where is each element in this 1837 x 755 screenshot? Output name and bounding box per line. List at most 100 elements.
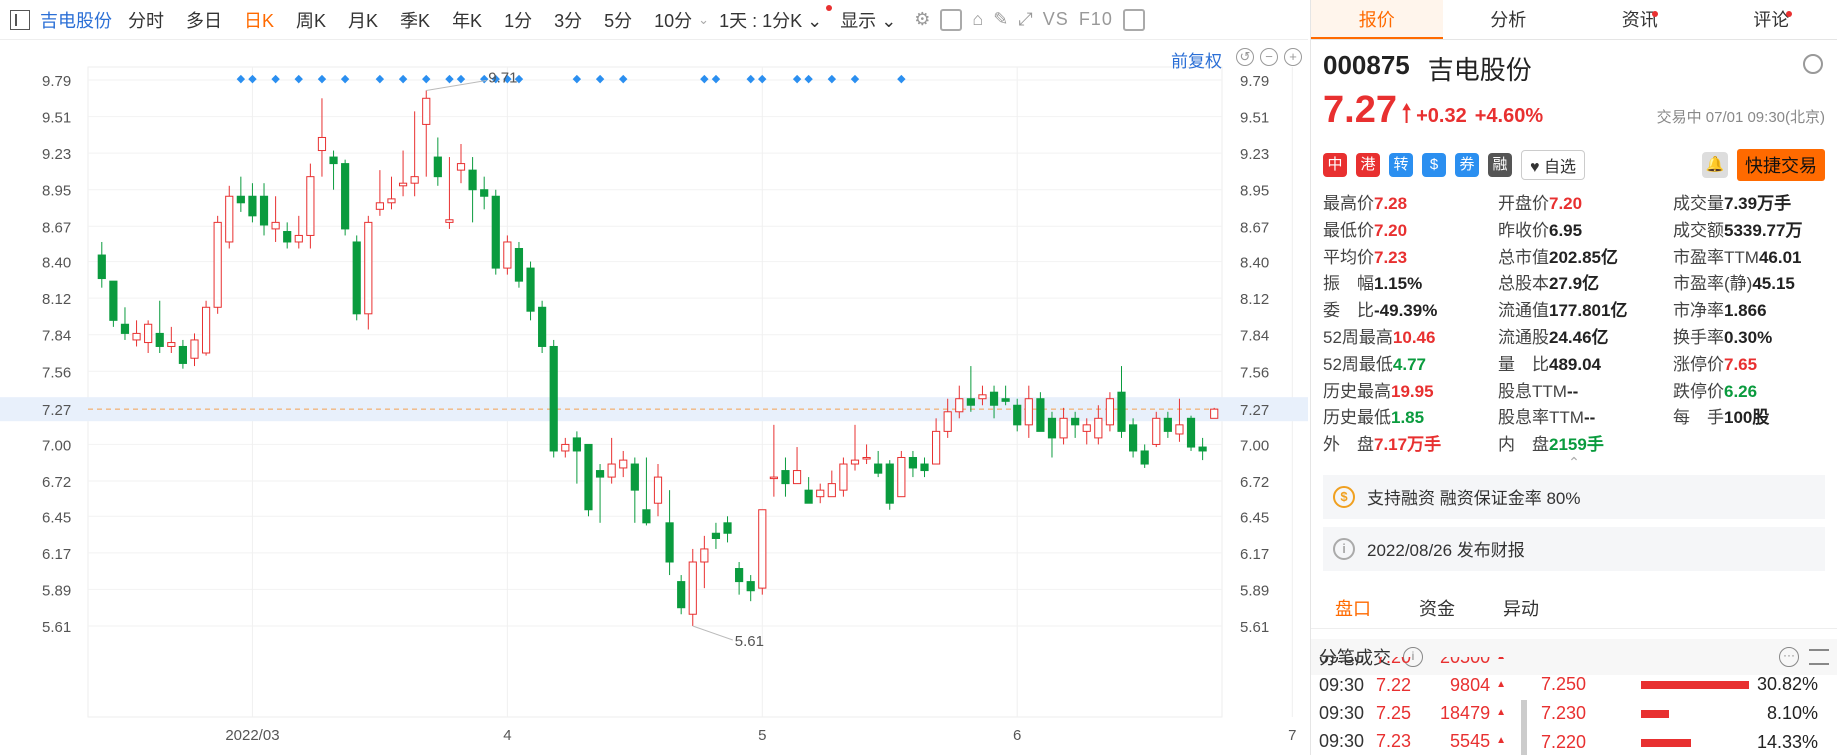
- period-tab-5[interactable]: 季K: [400, 7, 430, 33]
- settings-icon[interactable]: [1803, 54, 1823, 74]
- period-tab-10[interactable]: 10分: [654, 7, 692, 33]
- event-marker-icon[interactable]: ◆: [457, 73, 466, 85]
- event-marker-icon[interactable]: ◆: [596, 73, 605, 85]
- new-dot: [1785, 11, 1792, 17]
- book-tab-0[interactable]: 盘口: [1311, 595, 1395, 621]
- event-marker-icon[interactable]: ◆: [700, 73, 709, 85]
- stat-cell: 跌停价6.26: [1673, 381, 1758, 401]
- event-marker-icon[interactable]: ◆: [619, 73, 628, 85]
- period-tab-4[interactable]: 月K: [348, 7, 378, 33]
- event-marker-icon[interactable]: ◆: [341, 73, 350, 85]
- price-change: +0.32: [1416, 105, 1467, 127]
- vs-button[interactable]: VS: [1043, 9, 1069, 30]
- f10-button[interactable]: F10: [1079, 9, 1113, 30]
- camera-icon[interactable]: ⌂: [972, 9, 983, 30]
- checkbox-icon[interactable]: [940, 8, 963, 31]
- range-select[interactable]: 1天 : 1分K ⌄: [719, 4, 833, 33]
- book-tab-1[interactable]: 资金: [1395, 595, 1479, 621]
- event-marker-icon[interactable]: ◆: [804, 73, 813, 85]
- period-tab-0[interactable]: 分时: [128, 7, 164, 33]
- event-marker-icon[interactable]: ◆: [573, 73, 582, 85]
- event-marker-icon[interactable]: ◆: [271, 73, 280, 85]
- quote-tab-1[interactable]: 分析: [1443, 0, 1575, 39]
- more-icon[interactable]: ···: [1779, 646, 1799, 667]
- book-tab-2[interactable]: 异动: [1479, 595, 1563, 621]
- x-tick: 7: [1288, 727, 1296, 744]
- collapse-chevron-icon[interactable]: ⌃: [1311, 455, 1837, 471]
- candle-body: [1024, 398, 1033, 426]
- candle-body: [1140, 450, 1149, 465]
- alert-bell-icon[interactable]: 🔔: [1702, 152, 1728, 178]
- candle-body: [700, 548, 709, 563]
- period-tab-2[interactable]: 日K: [244, 7, 274, 33]
- gear-icon[interactable]: ⚙: [914, 9, 930, 30]
- period-tab-8[interactable]: 3分: [554, 7, 582, 33]
- event-marker-icon[interactable]: ◆: [237, 73, 246, 85]
- period-tab-9[interactable]: 5分: [604, 7, 632, 33]
- chevron-down-icon[interactable]: ⌄: [698, 12, 709, 28]
- current-price-label-right: 7.27: [1240, 402, 1269, 419]
- period-tab-6[interactable]: 年K: [452, 7, 482, 33]
- event-marker-icon[interactable]: ◆: [399, 73, 408, 85]
- quick-trade-button[interactable]: 快捷交易: [1737, 149, 1825, 181]
- event-marker-icon[interactable]: ◆: [295, 73, 304, 85]
- event-marker-icon[interactable]: ◆: [851, 73, 860, 85]
- y-tick-right: 8.40: [1240, 255, 1269, 272]
- event-marker-icon[interactable]: ◆: [758, 73, 767, 85]
- info-icon: i: [1333, 537, 1355, 560]
- candle-body: [329, 156, 338, 165]
- stat-cell: 最高价7.28: [1323, 194, 1408, 213]
- reset-icon[interactable]: ↺: [1236, 48, 1254, 66]
- feature-badge-0[interactable]: 中: [1323, 153, 1347, 177]
- zoom-in-icon[interactable]: +: [1284, 48, 1302, 66]
- fullscreen-icon[interactable]: ⤢: [1018, 9, 1032, 30]
- event-marker-icon[interactable]: ◆: [828, 73, 837, 85]
- period-tab-3[interactable]: 周K: [296, 7, 326, 33]
- event-marker-icon[interactable]: ◆: [897, 73, 906, 85]
- zoom-out-icon[interactable]: −: [1260, 48, 1278, 66]
- event-marker-icon[interactable]: ◆: [746, 73, 755, 85]
- quote-tab-3[interactable]: 评论: [1706, 0, 1837, 39]
- heart-icon: ♥: [1530, 159, 1544, 176]
- candle-body: [1094, 417, 1103, 439]
- feature-badge-2[interactable]: 转: [1389, 153, 1413, 177]
- event-marker-icon[interactable]: ◆: [445, 73, 454, 85]
- display-select[interactable]: 显示 ⌄: [840, 7, 896, 33]
- candle-body: [1198, 446, 1207, 452]
- quote-tab-2[interactable]: 资讯: [1574, 0, 1706, 39]
- event-marker-icon[interactable]: ◆: [712, 73, 721, 85]
- pencil-icon[interactable]: ✎: [993, 9, 1008, 30]
- candle-body: [120, 323, 130, 334]
- period-tab-7[interactable]: 1分: [504, 7, 532, 33]
- feature-badge-3[interactable]: $: [1422, 153, 1446, 177]
- scrollbar[interactable]: [1521, 700, 1527, 755]
- feature-badge-5[interactable]: 融: [1488, 153, 1512, 177]
- candle-body: [109, 280, 118, 321]
- candle-body: [259, 195, 269, 226]
- candle-body: [236, 195, 245, 204]
- event-marker-icon[interactable]: ◆: [318, 73, 327, 85]
- quote-tab-0[interactable]: 报价: [1311, 0, 1443, 39]
- period-tab-1[interactable]: 多日: [186, 7, 222, 33]
- candle-body: [1082, 424, 1091, 432]
- kline-chart[interactable]: 9.79 9.79 9.51 9.51 9.23 9.23 8.95 8.95 8.67 8.67…: [0, 40, 1308, 755]
- tick-row: 09:30 7.23 5545 ▲: [1311, 727, 1506, 755]
- feature-badge-4[interactable]: 券: [1455, 153, 1479, 177]
- candle-body: [294, 234, 303, 243]
- candle-body: [445, 219, 454, 223]
- event-marker-icon[interactable]: ◆: [248, 73, 257, 85]
- event-marker-icon[interactable]: ◆: [793, 73, 802, 85]
- stock-name-link[interactable]: 吉电股份: [40, 7, 112, 33]
- stat-cell: 成交量7.39万手: [1673, 194, 1792, 213]
- add-favorite-button[interactable]: ♥ 自选: [1521, 150, 1585, 180]
- sidebar-toggle-icon[interactable]: [10, 9, 30, 30]
- restore-adjust-button[interactable]: 前复权: [1171, 47, 1222, 72]
- candle-body: [978, 394, 987, 400]
- event-marker-icon[interactable]: ◆: [422, 73, 431, 85]
- feature-badge-1[interactable]: 港: [1356, 153, 1380, 177]
- chart-tools: ⚙ ⌂ ✎ ⤢ VS F10: [914, 8, 1145, 31]
- event-marker-icon[interactable]: ◆: [376, 73, 385, 85]
- panel-toggle-icon[interactable]: [1122, 8, 1145, 31]
- low-label: 5.61: [735, 633, 764, 650]
- list-icon[interactable]: [1809, 648, 1829, 665]
